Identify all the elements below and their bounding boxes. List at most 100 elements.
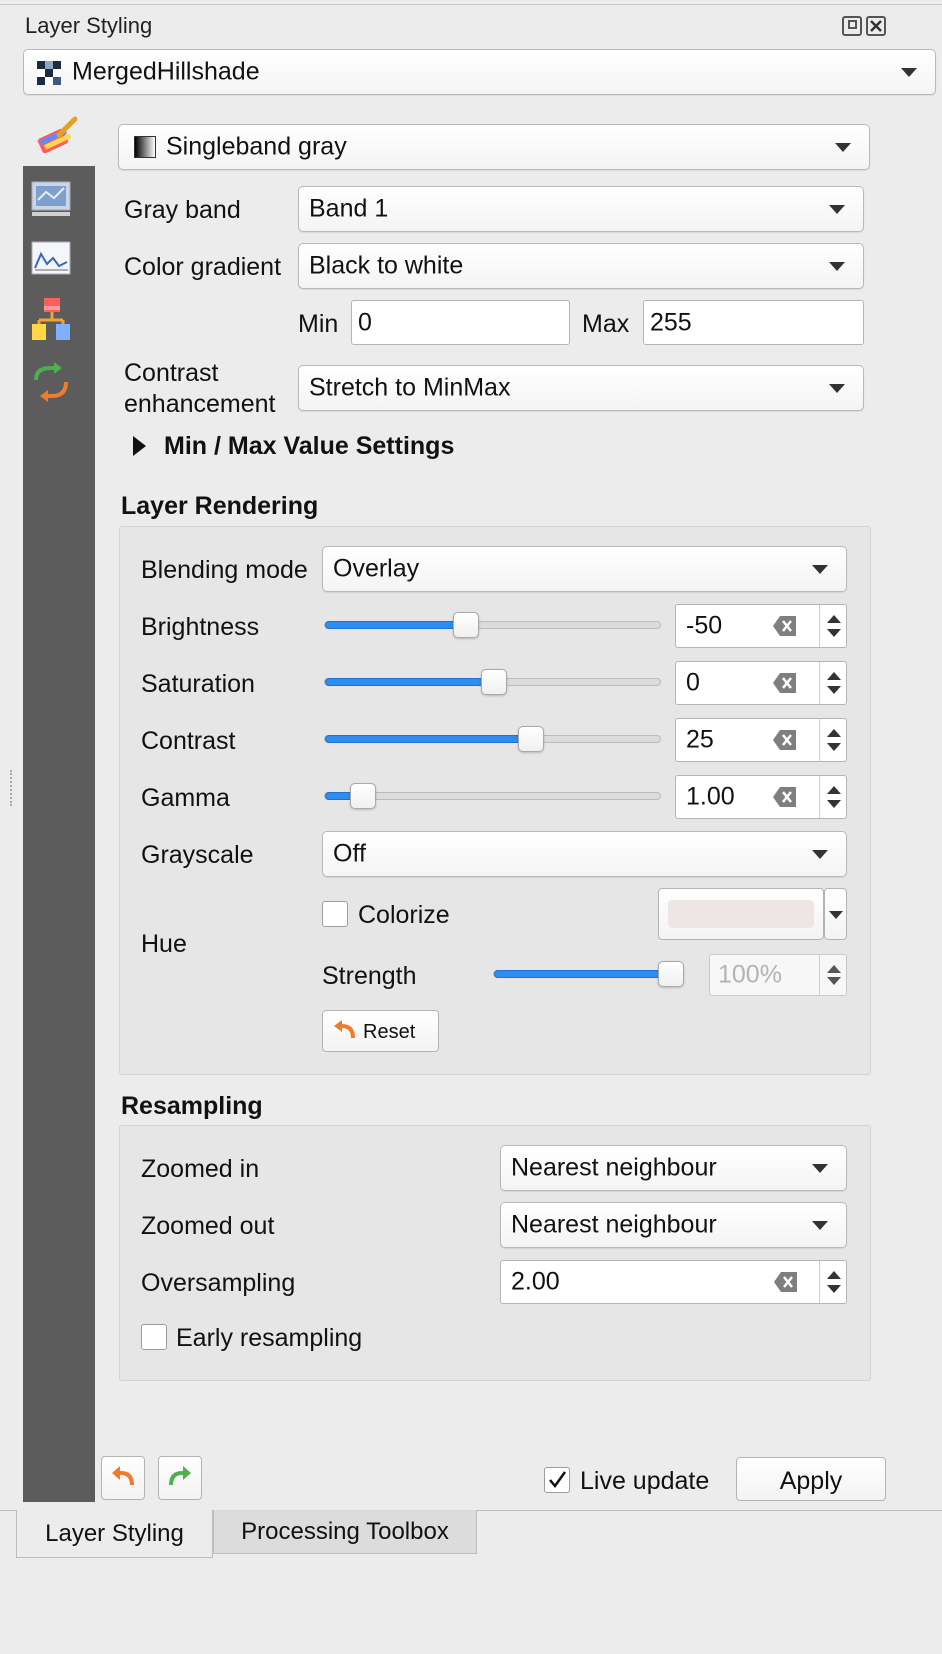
spinner-arrows[interactable] xyxy=(819,605,847,647)
resampling-heading: Resampling xyxy=(121,1092,263,1120)
gray-band-label: Gray band xyxy=(124,196,241,224)
apply-label: Apply xyxy=(779,1467,843,1495)
tab-processing-toolbox-label: Processing Toolbox xyxy=(241,1518,449,1545)
saturation-spinbox[interactable]: 0 xyxy=(675,661,847,705)
spinner-arrows[interactable] xyxy=(819,662,847,704)
spinner-arrows xyxy=(819,955,847,995)
oversampling-label: Oversampling xyxy=(141,1269,296,1297)
clear-icon[interactable] xyxy=(772,786,798,808)
brightness-label: Brightness xyxy=(141,613,260,641)
transparency-tab-icon[interactable] xyxy=(30,180,71,220)
gamma-slider[interactable] xyxy=(324,783,661,809)
strength-slider[interactable] xyxy=(493,961,684,987)
renderer-select-value: Singleband gray xyxy=(166,132,347,161)
spinner-arrows[interactable] xyxy=(819,719,847,761)
minmax-settings-heading[interactable]: Min / Max Value Settings xyxy=(164,432,454,461)
gamma-spinbox[interactable]: 1.00 xyxy=(675,775,847,819)
clear-icon[interactable] xyxy=(772,615,798,637)
contrast-slider[interactable] xyxy=(324,726,661,752)
colorize-color-dropdown[interactable] xyxy=(824,888,847,940)
colorize-color-button[interactable] xyxy=(658,888,824,940)
undo-button[interactable] xyxy=(101,1456,145,1500)
blending-mode-select[interactable]: Overlay xyxy=(322,546,847,592)
color-swatch xyxy=(668,900,814,928)
spinner-arrows[interactable] xyxy=(819,776,847,818)
history-tab-icon[interactable] xyxy=(30,360,70,402)
contrast-slider-handle[interactable] xyxy=(517,726,544,752)
contrast-spinbox[interactable]: 25 xyxy=(675,718,847,762)
tab-processing-toolbox[interactable]: Processing Toolbox xyxy=(213,1510,477,1554)
brightness-value: -50 xyxy=(686,611,723,640)
apply-button[interactable]: Apply xyxy=(736,1457,886,1501)
reset-button[interactable]: Reset xyxy=(322,1010,439,1052)
max-label: Max xyxy=(582,310,630,338)
gradient-icon xyxy=(134,136,156,158)
tab-layer-styling-label: Layer Styling xyxy=(45,1520,184,1547)
zoomed-in-value: Nearest neighbour xyxy=(511,1153,717,1182)
grayscale-label: Grayscale xyxy=(141,841,254,869)
expand-triangle-icon[interactable] xyxy=(133,436,146,456)
chevron-down-icon xyxy=(812,1221,828,1230)
contrast-enhancement-select[interactable]: Stretch to MinMax xyxy=(298,365,864,411)
colorize-checkbox[interactable] xyxy=(322,901,348,927)
panel-title: Layer Styling xyxy=(25,13,153,38)
brightness-slider-handle[interactable] xyxy=(452,612,479,638)
contrast-label: Contrast xyxy=(141,727,236,755)
max-input[interactable]: 255 xyxy=(643,300,864,345)
zoomed-out-select[interactable]: Nearest neighbour xyxy=(500,1202,847,1248)
strength-slider-fill xyxy=(494,970,671,978)
clear-icon[interactable] xyxy=(772,729,798,751)
close-icon[interactable] xyxy=(866,16,886,36)
undo-icon xyxy=(112,1466,134,1486)
max-value: 255 xyxy=(650,308,692,336)
histogram-tab-icon[interactable] xyxy=(30,240,71,280)
spinner-arrows[interactable] xyxy=(819,1261,847,1303)
contrast-enhancement-label-2: enhancement xyxy=(124,390,276,418)
redo-button[interactable] xyxy=(158,1456,202,1500)
gamma-value: 1.00 xyxy=(686,782,735,811)
gamma-slider-handle[interactable] xyxy=(349,783,376,809)
chevron-down-icon xyxy=(812,850,828,859)
saturation-label: Saturation xyxy=(141,670,255,698)
clear-icon[interactable] xyxy=(773,1271,799,1293)
oversampling-value: 2.00 xyxy=(511,1267,560,1296)
zoomed-in-select[interactable]: Nearest neighbour xyxy=(500,1145,847,1191)
gray-band-select[interactable]: Band 1 xyxy=(298,186,864,232)
float-icon[interactable] xyxy=(842,16,862,36)
undo-icon xyxy=(334,1020,355,1039)
live-update-checkbox[interactable] xyxy=(544,1467,570,1493)
splitter-handle[interactable] xyxy=(10,770,15,806)
contrast-value: 25 xyxy=(686,725,714,754)
redo-icon xyxy=(169,1466,191,1486)
grayscale-select[interactable]: Off xyxy=(322,831,847,877)
symbology-tab-icon[interactable] xyxy=(33,115,81,159)
tab-layer-styling[interactable]: Layer Styling xyxy=(16,1510,213,1558)
strength-label: Strength xyxy=(322,962,417,990)
clear-icon[interactable] xyxy=(772,672,798,694)
brightness-slider[interactable] xyxy=(324,612,661,638)
layer-select-value: MergedHillshade xyxy=(72,57,260,86)
live-update-label: Live update xyxy=(580,1467,710,1495)
brightness-spinbox[interactable]: -50 xyxy=(675,604,847,648)
early-resampling-checkbox[interactable] xyxy=(141,1324,167,1350)
early-resampling-label: Early resampling xyxy=(176,1324,363,1352)
raster-layer-icon xyxy=(37,61,61,85)
oversampling-spinbox[interactable]: 2.00 xyxy=(500,1260,847,1304)
layer-rendering-heading: Layer Rendering xyxy=(121,492,319,520)
blending-mode-value: Overlay xyxy=(333,554,420,583)
saturation-slider[interactable] xyxy=(324,669,661,695)
contrast-enhancement-value: Stretch to MinMax xyxy=(309,373,511,402)
blending-mode-label: Blending mode xyxy=(141,556,308,584)
min-input[interactable]: 0 xyxy=(351,300,570,345)
layer-select[interactable]: MergedHillshade xyxy=(23,49,936,95)
min-value: 0 xyxy=(358,308,372,336)
pyramids-tab-icon[interactable] xyxy=(30,298,70,340)
renderer-select[interactable]: Singleband gray xyxy=(118,124,870,170)
chevron-down-icon xyxy=(812,1164,828,1173)
color-gradient-select[interactable]: Black to white xyxy=(298,243,864,289)
zoomed-out-value: Nearest neighbour xyxy=(511,1210,717,1239)
chevron-down-icon xyxy=(829,205,845,214)
strength-spinbox: 100% xyxy=(709,954,847,996)
strength-slider-handle[interactable] xyxy=(658,961,684,987)
saturation-slider-handle[interactable] xyxy=(480,669,507,695)
